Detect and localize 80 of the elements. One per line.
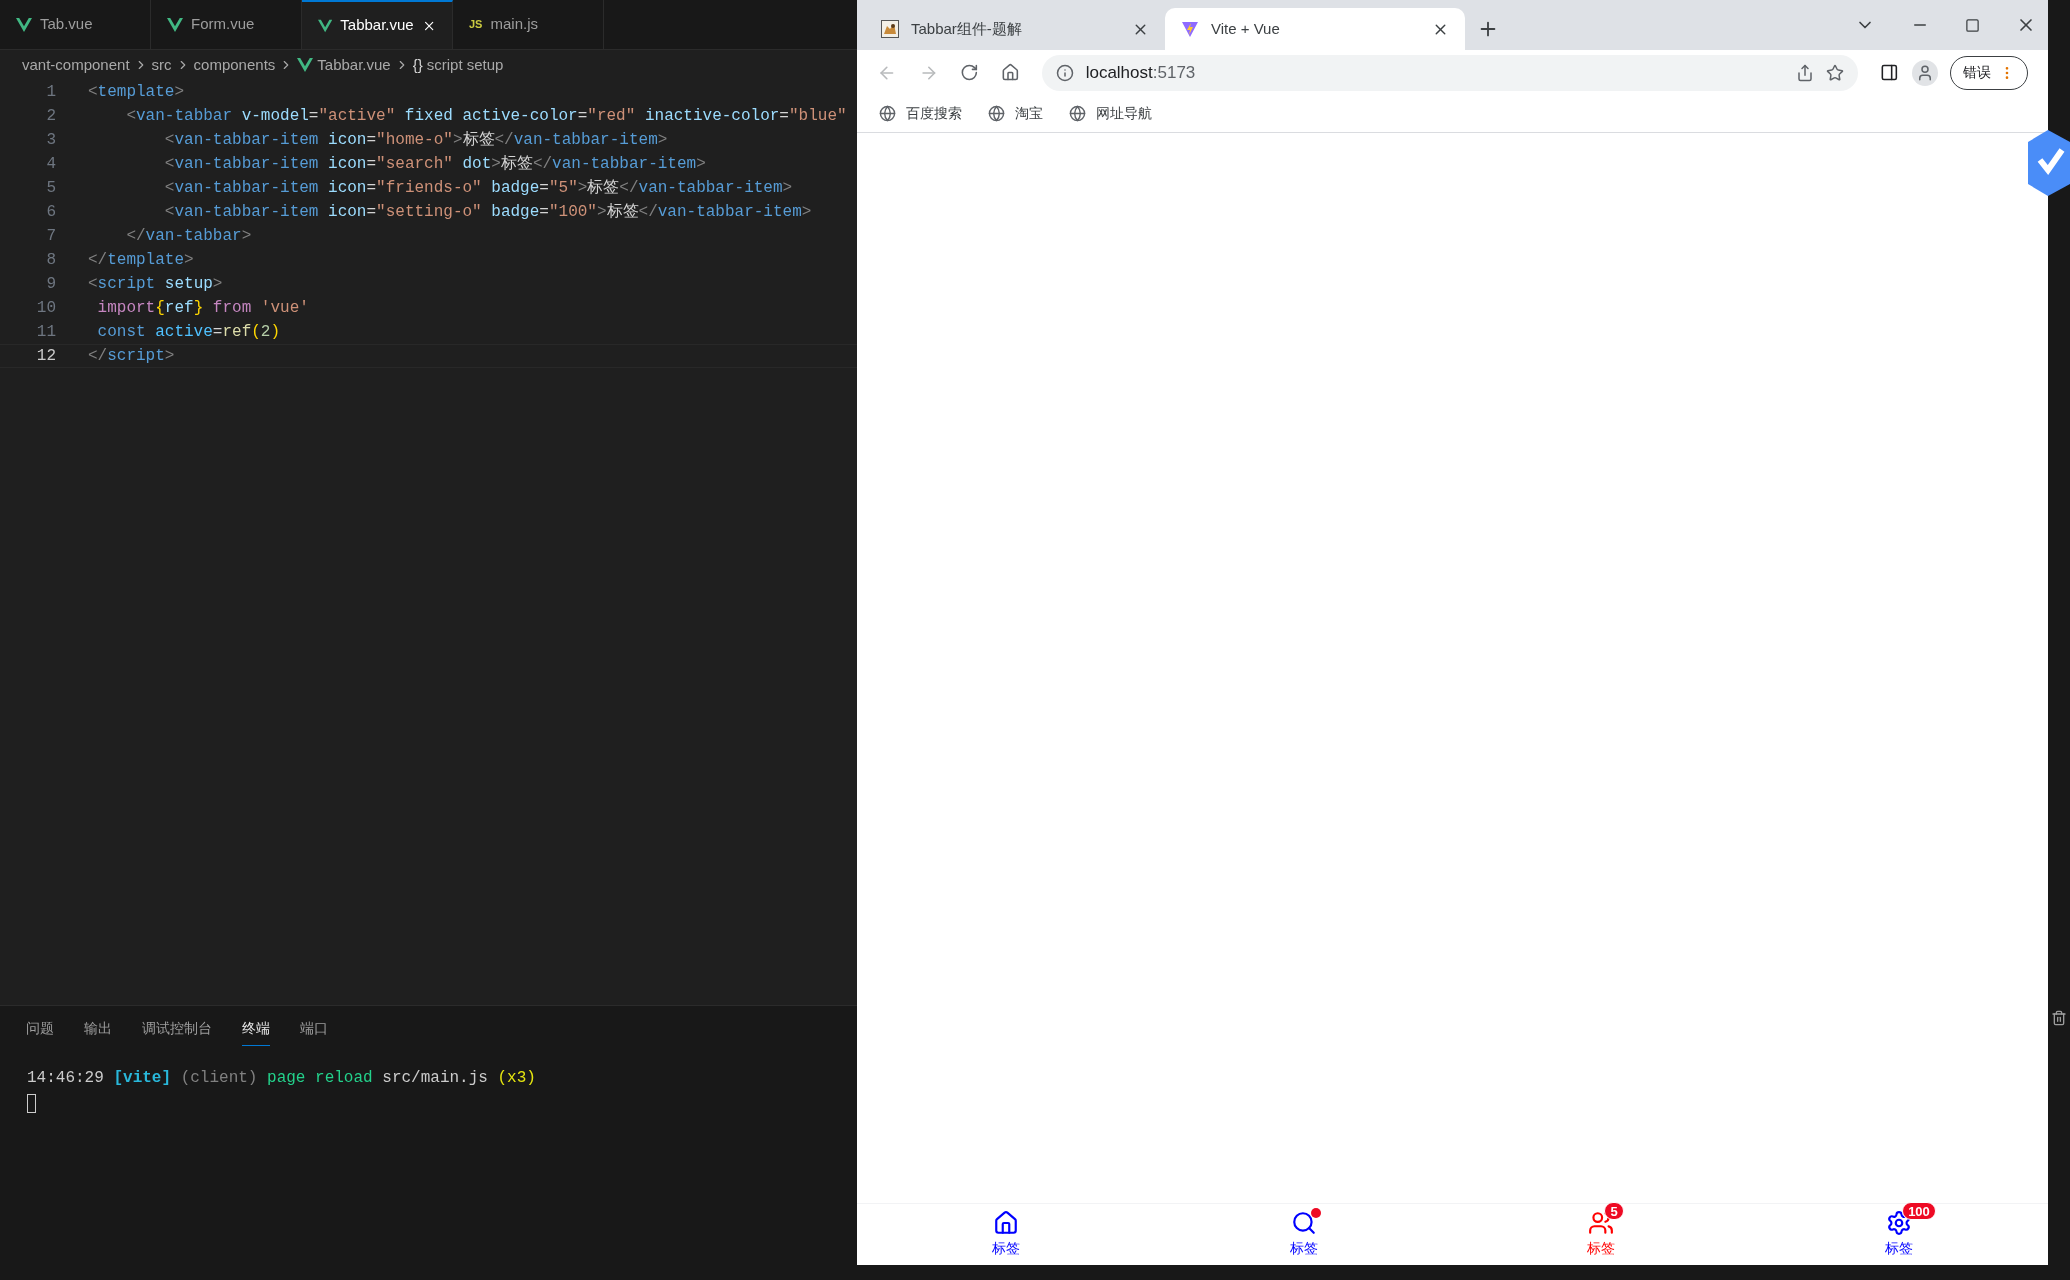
globe-icon — [1069, 105, 1086, 122]
info-icon[interactable] — [1055, 63, 1074, 82]
code-line: <van-tabbar-item icon="friends-o" badge="5">标签</van-tabbar-item> — [163, 178, 793, 199]
tab-title: Tabbar组件-题解 — [911, 18, 1022, 39]
tab-label: Tabbar.vue — [340, 15, 414, 36]
browser-tab[interactable]: Vite + Vue — [1165, 8, 1465, 50]
panel-tab[interactable]: 终端 — [242, 1018, 270, 1046]
trash-icon[interactable] — [2051, 1010, 2067, 1026]
lightning-icon — [1181, 20, 1199, 38]
breadcrumb-item[interactable]: script setup — [426, 53, 504, 77]
avatar-icon[interactable] — [1912, 59, 1938, 86]
terminal-output: 14:46:29 [vite] (client) page reload src/main.js (x3) — [27, 1068, 537, 1089]
vue-logo-icon — [297, 58, 314, 72]
code-line: </script> — [88, 346, 175, 367]
code-line: </van-tabbar> — [125, 226, 252, 247]
line-number: 11 — [35, 322, 56, 343]
profile-error-button[interactable]: 错误 — [1950, 55, 2028, 90]
url-text: localhost:5173 — [1085, 61, 1196, 84]
address-bar[interactable]: localhost:5173 — [1041, 54, 1858, 91]
js-file-icon: JS — [469, 16, 483, 33]
bookmark-label: 淘宝 — [1015, 104, 1043, 123]
bookmark-label: 网址导航 — [1096, 104, 1152, 123]
panel-tab[interactable]: 问题 — [26, 1018, 54, 1046]
browser-tab[interactable]: Tabbar组件-题解 — [865, 8, 1165, 50]
tab-label: Tab.vue — [40, 14, 93, 35]
vue-logo-icon — [318, 18, 333, 33]
line-number: 12 — [35, 346, 56, 367]
search-icon — [1290, 1210, 1317, 1236]
code-line: const active=ref(2) — [96, 322, 281, 343]
breadcrumb-item[interactable]: components — [193, 53, 276, 77]
code-line: <van-tabbar-item icon="setting-o" badge="100">标签</van-tabbar-item> — [163, 202, 812, 223]
count-badge: 5 — [1604, 1202, 1624, 1220]
share-icon[interactable] — [1795, 63, 1814, 82]
vue-logo-icon — [167, 17, 183, 32]
tab-title: Vite + Vue — [1211, 18, 1280, 39]
code-line: <van-tabbar v-model="active" fixed active-color="red" inactive-color="blue" — [125, 106, 847, 127]
panel-tab[interactable]: 端口 — [300, 1018, 328, 1046]
bookmark-label: 百度搜索 — [906, 104, 962, 123]
tabbar-item[interactable]: 标签 — [1885, 1238, 1914, 1259]
line-number: 4 — [45, 154, 56, 175]
code-line: </template> — [88, 250, 194, 271]
vue-logo-icon — [16, 17, 32, 32]
line-number: 7 — [45, 226, 56, 247]
line-number: 10 — [35, 298, 56, 319]
braces-symbol: {} — [412, 54, 423, 75]
count-badge: 100 — [1902, 1202, 1936, 1220]
tab-label: main.js — [490, 14, 538, 35]
tab-label: Form.vue — [191, 14, 255, 35]
bookmark-star-icon[interactable] — [1825, 63, 1844, 82]
line-number: 5 — [45, 178, 56, 199]
tabbar-item[interactable]: 标签 — [1289, 1238, 1318, 1259]
tabbar-item[interactable]: 标签 — [991, 1238, 1020, 1259]
code-line: <script setup> — [88, 274, 223, 295]
editor-tab[interactable]: Tabbar.vue — [302, 0, 453, 49]
globe-icon — [988, 105, 1005, 122]
panel-tab[interactable]: 输出 — [84, 1018, 112, 1046]
side-panel-icon[interactable] — [1879, 63, 1899, 82]
breadcrumb-item[interactable]: vant-component — [22, 53, 130, 77]
breadcrumb-item[interactable]: Tabbar.vue — [317, 53, 391, 77]
line-number: 1 — [45, 82, 56, 103]
hexagon-logo-icon[interactable] — [2028, 128, 2070, 198]
line-number: 2 — [45, 106, 56, 127]
globe-icon — [879, 105, 896, 122]
code-line: import{ref} from 'vue' — [96, 298, 309, 319]
favicon-icon — [881, 20, 899, 38]
reload-icon[interactable] — [960, 63, 979, 82]
home-icon[interactable] — [1001, 63, 1020, 82]
terminal-cursor — [27, 1094, 36, 1113]
maximize-icon[interactable] — [1965, 17, 1980, 33]
line-number: 3 — [45, 130, 56, 151]
line-number: 9 — [45, 274, 56, 295]
tabbar-item[interactable]: 标签 — [1587, 1238, 1616, 1259]
line-number: 8 — [45, 250, 56, 271]
code-line: <van-tabbar-item icon="home-o">标签</van-tabbar-item> — [163, 130, 668, 151]
code-line: <template> — [88, 82, 185, 103]
breadcrumb-item[interactable]: src — [151, 53, 172, 77]
home-icon — [992, 1210, 1019, 1236]
code-line: <van-tabbar-item icon="search" dot>标签</van-tabbar-item> — [163, 154, 706, 175]
panel-tab[interactable]: 调试控制台 — [142, 1018, 212, 1046]
line-number: 6 — [45, 202, 56, 223]
